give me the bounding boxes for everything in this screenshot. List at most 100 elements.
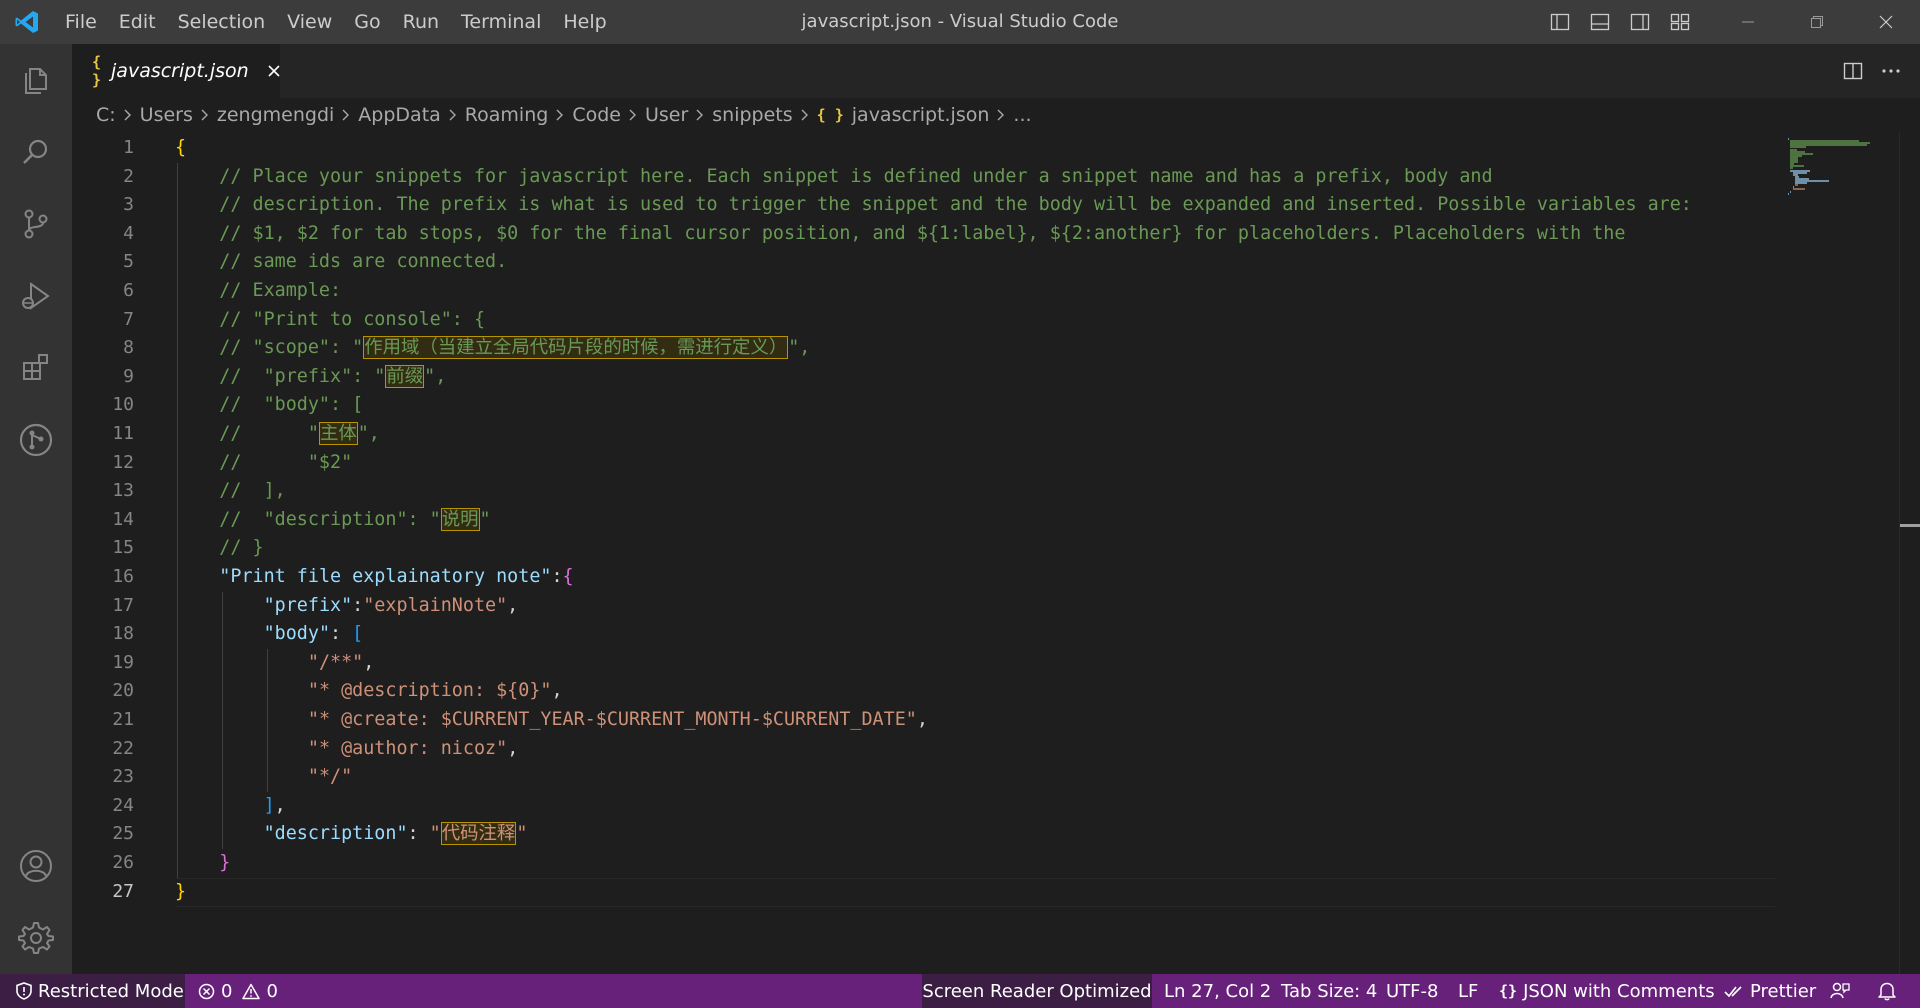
code-editor[interactable]: 1 2 3 4 5 6 7 8 9 10 11 12 13 14 15 16 17 18 19 20 21 22 23 24 2…: [72, 132, 1920, 974]
accounts-icon[interactable]: [0, 830, 72, 902]
run-debug-icon[interactable]: [0, 260, 72, 332]
breadcrumb-item[interactable]: AppData: [358, 104, 441, 126]
restricted-mode-indicator[interactable]: Restricted Mode: [0, 974, 185, 1008]
code-line[interactable]: // "scope": "作用域（当建立全局代码片段的时候，需进行定义）",: [175, 334, 810, 363]
menu-view[interactable]: View: [276, 0, 343, 44]
code-line[interactable]: // "prefix": "前缀",: [175, 363, 446, 392]
extensions-icon[interactable]: [0, 332, 72, 404]
menu-selection[interactable]: Selection: [167, 0, 277, 44]
search-icon[interactable]: [0, 116, 72, 188]
check-double-icon: [1724, 983, 1744, 999]
source-control-icon[interactable]: [0, 188, 72, 260]
menu-help[interactable]: Help: [552, 0, 617, 44]
code-line[interactable]: // ],: [175, 477, 285, 506]
toggle-secondary-sidebar-icon[interactable]: [1620, 0, 1660, 44]
menu-run[interactable]: Run: [392, 0, 450, 44]
code-line[interactable]: }: [175, 878, 186, 907]
code-token: ,: [274, 794, 286, 816]
chevron-right-icon: [996, 108, 1006, 122]
breadcrumb-item[interactable]: User: [645, 104, 688, 126]
code-line[interactable]: // "$2": [175, 449, 352, 478]
chevron-right-icon: [628, 108, 638, 122]
menu-edit[interactable]: Edit: [108, 0, 167, 44]
file-encoding[interactable]: UTF-8: [1386, 974, 1438, 1008]
code-line[interactable]: // Example:: [175, 277, 341, 306]
code-line[interactable]: // description. The prefix is what is us…: [175, 191, 1692, 220]
line-number: 19: [112, 651, 134, 673]
window-controls: [1713, 0, 1920, 44]
warning-icon: [242, 983, 261, 1000]
language-mode[interactable]: {} JSON with Comments: [1499, 974, 1715, 1008]
more-actions-button[interactable]: [1872, 44, 1910, 98]
screen-reader-optimized[interactable]: Screen Reader Optimized: [922, 974, 1152, 1008]
code-token: "description": [263, 823, 408, 845]
git-graph-icon[interactable]: [0, 404, 72, 476]
problems-indicator[interactable]: 0 0: [198, 974, 278, 1008]
code-line[interactable]: // Place your snippets for javascript he…: [175, 163, 1492, 192]
menu-go[interactable]: Go: [343, 0, 391, 44]
toggle-panel-icon[interactable]: [1580, 0, 1620, 44]
code-line[interactable]: "Print file explainatory note":{: [175, 563, 573, 592]
breadcrumb-item[interactable]: Users: [140, 104, 193, 126]
cursor-position[interactable]: Ln 27, Col 2: [1164, 974, 1271, 1008]
close-window-button[interactable]: [1851, 0, 1920, 44]
code-line[interactable]: "body": [: [175, 620, 364, 649]
breadcrumb-file[interactable]: javascript.json: [852, 104, 990, 126]
code-line[interactable]: "/**",: [175, 649, 374, 678]
code-line[interactable]: // "description": "说明": [175, 506, 491, 535]
code-line[interactable]: // "主体",: [175, 420, 380, 449]
settings-gear-icon[interactable]: [0, 902, 72, 974]
breadcrumb-item[interactable]: snippets: [712, 104, 792, 126]
code-line[interactable]: "description": "代码注释": [175, 820, 527, 849]
code-token: // same ids are connected.: [175, 251, 508, 273]
tab-javascript-json[interactable]: { } javascript.json: [72, 44, 280, 98]
breadcrumb-item[interactable]: zengmengdi: [217, 104, 334, 126]
code-line[interactable]: }: [175, 849, 230, 878]
code-line[interactable]: // $1, $2 for tab stops, $0 for the fina…: [175, 220, 1625, 249]
feedback-button[interactable]: [1830, 974, 1850, 1008]
menu-terminal[interactable]: Terminal: [450, 0, 552, 44]
code-token: "prefix": [263, 594, 353, 616]
breadcrumb-item[interactable]: Roaming: [465, 104, 549, 126]
code-line[interactable]: "prefix":"explainNote",: [175, 592, 519, 621]
breadcrumb-more[interactable]: ...: [1013, 104, 1031, 126]
breadcrumb-item[interactable]: C:: [96, 104, 116, 126]
code-line[interactable]: // "body": [: [175, 391, 363, 420]
code-token: :: [551, 566, 563, 587]
customize-layout-icon[interactable]: [1660, 0, 1700, 44]
chevron-right-icon: [123, 108, 133, 122]
prettier-status[interactable]: Prettier: [1724, 974, 1816, 1008]
breadcrumb-item[interactable]: Code: [572, 104, 621, 126]
code-line[interactable]: "* @description: ${0}",: [175, 677, 563, 706]
code-line[interactable]: "* @author: nicoz",: [175, 735, 518, 764]
tab-close-button[interactable]: [267, 64, 281, 78]
code-line[interactable]: "*/": [175, 763, 352, 792]
toggle-primary-sidebar-icon[interactable]: [1540, 0, 1580, 44]
code-line[interactable]: "* @create: $CURRENT_YEAR-$CURRENT_MONTH…: [175, 706, 928, 735]
code-token: // "description": ": [175, 508, 441, 530]
code-line[interactable]: ],: [175, 792, 286, 821]
menu-file[interactable]: File: [54, 0, 108, 44]
code-line[interactable]: // }: [175, 534, 263, 563]
split-editor-button[interactable]: [1834, 44, 1872, 98]
code-token: "Print file explainatory note": [219, 566, 552, 587]
end-of-line[interactable]: LF: [1458, 974, 1478, 1008]
explorer-icon[interactable]: [0, 44, 72, 116]
minimap[interactable]: [1780, 132, 1920, 974]
code-token: ,: [916, 709, 928, 730]
chevron-right-icon: [200, 108, 210, 122]
code-line[interactable]: // "Print to console": {: [175, 306, 485, 335]
vscode-logo-icon[interactable]: [0, 0, 54, 44]
prettier-label: Prettier: [1750, 980, 1817, 1002]
vertical-scrollbar[interactable]: [1899, 132, 1920, 974]
minimize-button[interactable]: [1713, 0, 1782, 44]
tab-size[interactable]: Tab Size: 4: [1281, 974, 1377, 1008]
code-token: // description. The prefix is what is us…: [175, 194, 1692, 216]
code-line[interactable]: {: [175, 134, 186, 163]
restore-button[interactable]: [1782, 0, 1851, 44]
code-token-highlighted: 代码注释: [440, 822, 517, 846]
notifications-button[interactable]: [1878, 974, 1896, 1008]
code-line[interactable]: // same ids are connected.: [175, 248, 507, 277]
